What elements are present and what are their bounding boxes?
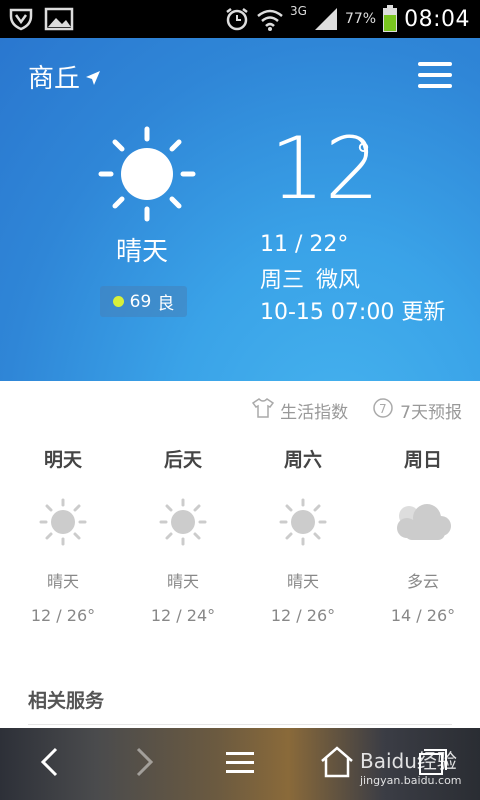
forecast-day[interactable]: 周日 多云 14 / 26° (363, 445, 480, 625)
back-button[interactable] (24, 728, 74, 800)
chevron-left-icon (39, 746, 59, 782)
signal-icon (313, 6, 339, 32)
battery-percent: 77% (344, 11, 377, 27)
svg-text:7: 7 (379, 402, 387, 416)
aqi-badge[interactable]: 69 良 (100, 286, 187, 317)
aqi-value: 69 (129, 291, 152, 312)
weekday: 周三 (260, 268, 305, 293)
forecast-temp: 12 / 26° (30, 606, 96, 625)
forecast-list: 明天 晴天 12 / 26° 后天 晴天 12 / 24° 周六 晴天 12 /… (0, 445, 480, 625)
forecast-condition: 晴天 (46, 572, 79, 591)
network-type: 3G (290, 4, 307, 18)
menu-icon (226, 750, 254, 778)
forecast-day-label: 明天 (43, 449, 82, 471)
weather-hero: 商丘 晴天 69 良 12 ° 11 / 22° 周三 微风 10-15 07:… (0, 38, 480, 381)
status-bar: 3G 77% 08:04 (0, 0, 480, 38)
forecast-temp: 12 / 26° (270, 606, 336, 625)
wifi-icon (256, 6, 284, 32)
temperature-range: 11 / 22° (260, 232, 349, 257)
menu-line (418, 73, 452, 77)
aqi-label: 良 (157, 294, 175, 314)
menu-line (418, 62, 452, 66)
shield-icon (8, 6, 34, 32)
wind: 微风 (316, 268, 361, 293)
forecast-day-label: 周六 (283, 449, 322, 471)
menu-button-bottom[interactable] (215, 728, 265, 800)
sun-icon (123, 492, 243, 552)
forecast-temp: 12 / 24° (150, 606, 216, 625)
chevron-right-icon (135, 746, 155, 782)
forecast-day[interactable]: 明天 晴天 12 / 26° (3, 445, 123, 625)
menu-line (418, 84, 452, 88)
forecast-condition: 晴天 (286, 572, 319, 591)
forecast-day[interactable]: 后天 晴天 12 / 24° (123, 445, 243, 625)
current-condition: 晴天 (116, 237, 169, 267)
sun-icon (243, 492, 363, 552)
forecast-day[interactable]: 周六 晴天 12 / 26° (243, 445, 363, 625)
city-selector[interactable]: 商丘 (28, 58, 101, 95)
life-index-label: 生活指数 (280, 403, 349, 423)
seven-day-icon: 7 (372, 397, 394, 424)
forward-button[interactable] (120, 728, 170, 800)
forecast-day-label: 周日 (403, 449, 442, 471)
degree-symbol: ° (356, 138, 371, 173)
quick-links: 生活指数 7 7天预报 (252, 397, 462, 424)
forecast-condition: 多云 (406, 572, 439, 591)
forecast-condition: 晴天 (166, 572, 199, 591)
update-time: 10-15 07:00 更新 (260, 300, 446, 325)
day-info: 周三 微风 (260, 262, 360, 294)
watermark-title: Baidu经验 (360, 749, 457, 773)
forecast-day-label: 后天 (163, 449, 202, 471)
shirt-icon (252, 398, 275, 423)
sun-icon (3, 492, 123, 552)
location-arrow-icon (86, 62, 101, 92)
watermark: Baidu经验 jingyan.baidu.com (360, 745, 462, 787)
seven-day-link[interactable]: 7 7天预报 (372, 397, 462, 424)
city-name: 商丘 (28, 64, 81, 94)
watermark-sub: jingyan.baidu.com (360, 774, 462, 787)
image-icon (44, 6, 74, 32)
forecast-temp: 14 / 26° (390, 606, 456, 625)
home-icon (320, 746, 354, 782)
divider (28, 724, 452, 725)
sun-icon (97, 126, 197, 230)
battery-icon (382, 5, 398, 33)
menu-button[interactable] (418, 60, 454, 90)
seven-day-label: 7天预报 (400, 403, 462, 423)
cloud-icon (363, 492, 480, 552)
aqi-dot-icon (112, 296, 124, 307)
related-services-title: 相关服务 (28, 690, 105, 712)
home-button[interactable] (312, 728, 362, 800)
life-index-link[interactable]: 生活指数 (252, 397, 348, 424)
alarm-icon (224, 6, 250, 32)
clock: 08:04 (404, 6, 470, 32)
